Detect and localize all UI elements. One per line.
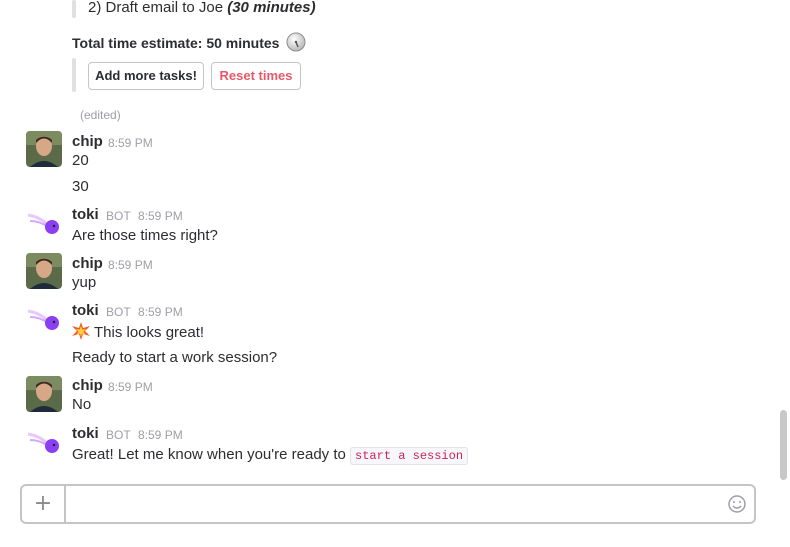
message-text: Great! Let me know when you're ready to … [72, 445, 469, 466]
message-text-span: This looks great! [94, 324, 205, 341]
timestamp[interactable]: 8:59 PM [138, 305, 183, 319]
reset-times-button[interactable]: Reset times [211, 62, 301, 90]
author-name[interactable]: chip [72, 133, 103, 150]
message-text: 30 [72, 178, 89, 195]
message-text: No [72, 396, 92, 413]
avatar[interactable] [26, 376, 62, 412]
toki-avatar[interactable] [26, 424, 62, 460]
author-name[interactable]: toki [72, 302, 99, 319]
task-line: 2) Draft email to Joe (30 minutes) [88, 0, 316, 18]
author-name[interactable]: toki [72, 206, 99, 223]
message-text: Ready to start a work session? [72, 349, 278, 366]
bot-badge: BOT [106, 305, 131, 319]
message-text: Are those times right? [72, 227, 218, 244]
toki-avatar[interactable] [26, 301, 62, 337]
author-name[interactable]: toki [72, 425, 99, 442]
avatar[interactable] [26, 253, 62, 289]
edited-label: (edited) [80, 108, 121, 122]
bot-badge: BOT [106, 428, 131, 442]
message-list: 2) Draft email to Joe (30 minutes) Total… [0, 0, 790, 478]
message-text-span: Great! Let me know when you're ready to [72, 446, 351, 463]
message-text: This looks great! [72, 322, 204, 346]
plus-icon[interactable]: + [22, 486, 66, 522]
message-composer: + [20, 484, 756, 524]
timestamp[interactable]: 8:59 PM [108, 258, 153, 272]
toki-avatar[interactable] [26, 205, 62, 241]
task-line-text: 2) Draft email to Joe [88, 0, 228, 16]
timestamp[interactable]: 8:59 PM [108, 380, 153, 394]
author-name[interactable]: chip [72, 377, 103, 394]
author-name[interactable]: chip [72, 255, 103, 272]
scrollbar[interactable] [780, 410, 787, 480]
inline-code: start a session [350, 447, 469, 465]
quote-bar-buttons [72, 58, 76, 92]
bot-badge: BOT [106, 209, 131, 223]
timestamp[interactable]: 8:59 PM [138, 428, 183, 442]
emoji-icon[interactable] [727, 494, 747, 519]
total-estimate: Total time estimate: 50 minutes [72, 32, 306, 57]
timestamp[interactable]: 8:59 PM [108, 136, 153, 150]
message-input[interactable] [68, 490, 722, 520]
task-line-time: (30 minutes) [227, 0, 316, 16]
add-more-tasks-button[interactable]: Add more tasks! [88, 62, 204, 90]
timestamp[interactable]: 8:59 PM [138, 209, 183, 223]
message-text: yup [72, 274, 97, 291]
message-text: 20 [72, 152, 89, 169]
total-estimate-text: Total time estimate: 50 minutes [72, 35, 280, 52]
stopwatch-icon [286, 32, 306, 57]
avatar[interactable] [26, 131, 62, 167]
collision-emoji-icon [72, 322, 90, 346]
quote-bar [72, 0, 76, 18]
